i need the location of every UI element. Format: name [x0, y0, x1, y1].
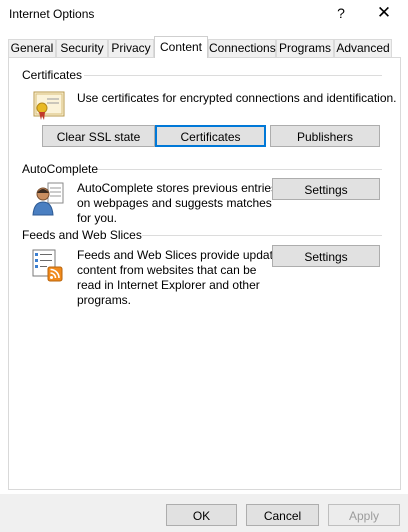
- dialog-footer: OK Cancel Apply: [0, 494, 408, 532]
- cancel-button[interactable]: Cancel: [246, 504, 319, 526]
- window-title: Internet Options: [9, 7, 95, 21]
- help-icon[interactable]: ?: [334, 5, 348, 21]
- tab-strip: General Security Privacy Content Connect…: [0, 36, 408, 58]
- publishers-button[interactable]: Publishers: [270, 125, 380, 147]
- close-icon[interactable]: ✕: [374, 3, 394, 23]
- autocomplete-title: AutoComplete: [22, 162, 99, 176]
- autocomplete-user-icon: [32, 182, 64, 216]
- tab-advanced[interactable]: Advanced: [334, 39, 392, 57]
- autocomplete-divider: [97, 169, 382, 170]
- tab-programs[interactable]: Programs: [276, 39, 334, 57]
- ok-button[interactable]: OK: [166, 504, 237, 526]
- feeds-description-line: content from websites that can be: [77, 263, 257, 277]
- feeds-settings-button[interactable]: Settings: [272, 245, 380, 267]
- feeds-description: Feeds and Web Slices provide updated con…: [77, 248, 286, 308]
- tab-general[interactable]: General: [8, 39, 56, 57]
- certificates-description: Use certificates for encrypted connectio…: [77, 91, 397, 105]
- feeds-description-line: Feeds and Web Slices provide updated: [77, 248, 287, 262]
- title-bar: Internet Options ? ✕: [0, 0, 408, 30]
- feeds-title: Feeds and Web Slices: [22, 228, 142, 242]
- feeds-description-line: read in Internet Explorer and other: [77, 278, 260, 292]
- clear-ssl-state-button[interactable]: Clear SSL state: [42, 125, 155, 147]
- content-panel: Certificates Use certificates for encryp…: [8, 57, 401, 490]
- certificates-button[interactable]: Certificates: [155, 125, 266, 147]
- autocomplete-settings-button[interactable]: Settings: [272, 178, 380, 200]
- feed-list-icon: [32, 249, 63, 282]
- autocomplete-description-line: on webpages and suggests matches: [77, 196, 272, 210]
- certificates-divider: [84, 75, 382, 76]
- autocomplete-description: AutoComplete stores previous entries on …: [77, 181, 277, 226]
- tab-security[interactable]: Security: [56, 39, 108, 57]
- feeds-divider: [132, 235, 382, 236]
- autocomplete-description-line: for you.: [77, 211, 118, 225]
- tab-content[interactable]: Content: [154, 36, 208, 58]
- feeds-description-line: programs.: [77, 293, 132, 307]
- certificate-icon: [33, 91, 65, 120]
- autocomplete-description-line: AutoComplete stores previous entries: [77, 181, 278, 195]
- certificates-title: Certificates: [22, 68, 83, 82]
- apply-button[interactable]: Apply: [328, 504, 400, 526]
- tab-connections[interactable]: Connections: [208, 39, 276, 57]
- tab-privacy[interactable]: Privacy: [108, 39, 154, 57]
